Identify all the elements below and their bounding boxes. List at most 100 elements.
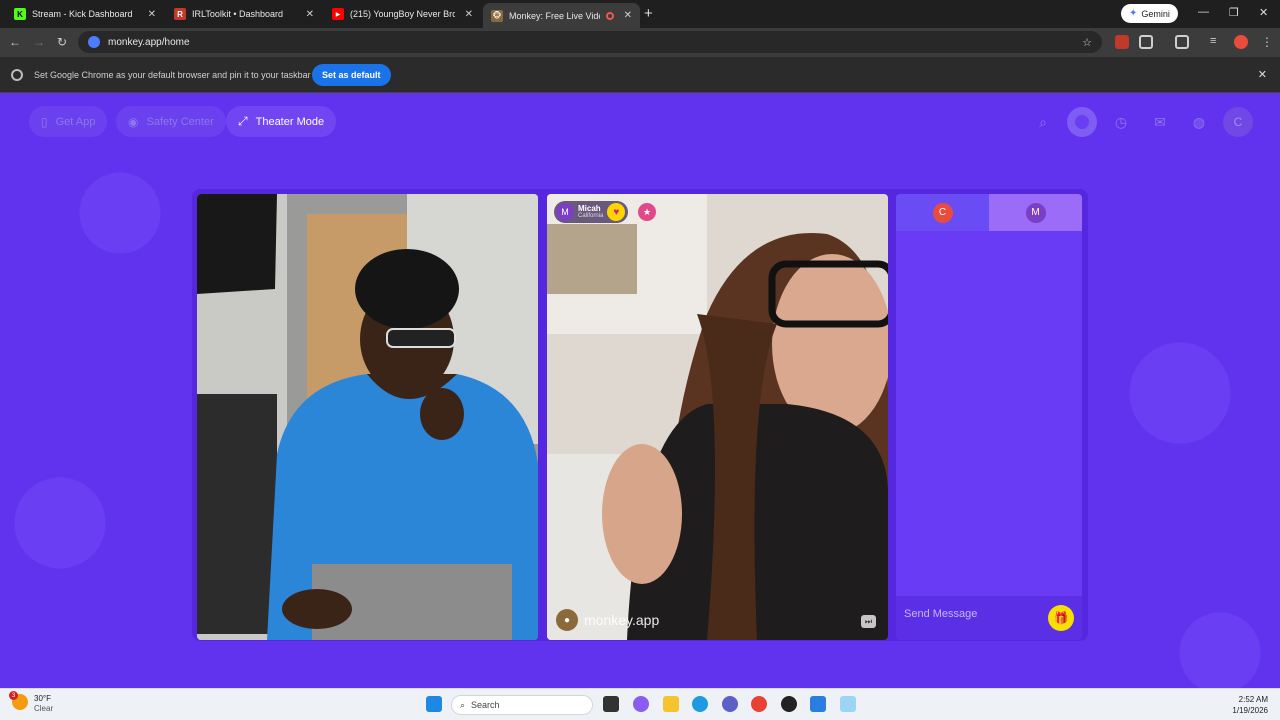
weather-widget[interactable]: 3 30°F Clear: [9, 691, 54, 714]
clock-date: 1/19/2026: [1232, 706, 1268, 715]
extensions-puzzle-icon[interactable]: [1139, 35, 1153, 49]
self-avatar: C: [932, 202, 953, 223]
minimize-icon[interactable]: —: [1198, 6, 1209, 18]
default-browser-infobar: Set Google Chrome as your default browse…: [0, 57, 1280, 93]
bookmark-star-icon[interactable]: ☆: [1082, 36, 1092, 49]
copilot-icon[interactable]: [633, 696, 649, 712]
chat-panel: C M Send Message 🎁: [896, 194, 1082, 640]
video-chat-stage: M Micah California ♥ ★ ● monkey.app ⏭ C: [192, 189, 1088, 641]
forward-icon[interactable]: →: [33, 35, 45, 49]
new-tab-icon[interactable]: +: [644, 5, 653, 22]
profile-avatar[interactable]: C: [1223, 107, 1253, 137]
chrome-icon[interactable]: [751, 696, 767, 712]
weather-desc: Clear: [34, 704, 54, 713]
tab-title: IRLToolkit • Dashboard: [192, 9, 284, 19]
edge-icon[interactable]: [692, 696, 708, 712]
address-bar[interactable]: monkey.app/home ☆: [78, 31, 1102, 53]
close-tab-icon[interactable]: ✕: [148, 9, 156, 20]
weather-temp: 30°F: [34, 694, 51, 703]
remote-user-avatar: M: [556, 203, 574, 221]
taskbar-search-label: Search: [471, 700, 500, 710]
gift-badge-icon[interactable]: ★: [638, 203, 656, 221]
heart-icon[interactable]: ♥: [607, 203, 626, 221]
taskbar-search[interactable]: ⌕ Search: [451, 695, 593, 715]
local-video: [197, 194, 538, 640]
theater-mode-button[interactable]: ⤢ Theater Mode: [226, 106, 337, 137]
back-icon[interactable]: ←: [9, 35, 21, 49]
reload-icon[interactable]: ↻: [57, 35, 67, 49]
monkey-page: ▯ Get App ◉ Safety Center ⤢ Theater Mode…: [0, 93, 1280, 688]
tab-title: Stream - Kick Dashboard: [32, 9, 133, 19]
explore-icon[interactable]: ◍: [1184, 107, 1214, 137]
tab-irltoolkit[interactable]: R IRLToolkit • Dashboard ✕: [166, 3, 322, 25]
system-clock[interactable]: 2:52 AM 1/19/2026: [1232, 694, 1268, 716]
extension-red-icon[interactable]: [1115, 35, 1129, 49]
media-controls-icon[interactable]: ≡: [1210, 35, 1224, 49]
url-text: monkey.app/home: [108, 36, 190, 48]
teams-icon[interactable]: [722, 696, 738, 712]
monkey-icon: 🐵: [491, 9, 503, 22]
history-icon[interactable]: ◷: [1106, 107, 1136, 137]
store-icon[interactable]: [810, 696, 826, 712]
remote-user-location: California: [578, 212, 604, 219]
close-tab-icon[interactable]: ✕: [306, 9, 314, 20]
monkey-logo-icon: ●: [556, 609, 578, 631]
monkey-watermark: ● monkey.app: [556, 609, 659, 631]
file-explorer-icon[interactable]: [663, 696, 679, 712]
tab-monkey[interactable]: 🐵 Monkey: Free Live Video C ✕: [483, 3, 640, 28]
weather-icon: 3: [9, 691, 28, 710]
task-view-icon[interactable]: [603, 696, 619, 712]
navigation-bar: ← → ↻ monkey.app/home ☆ ≡ ⋮: [0, 28, 1280, 57]
expand-icon: ⤢: [238, 114, 248, 128]
taskbar: 3 30°F Clear ⌕ Search 2:52 AM 1/19/2026: [0, 688, 1280, 720]
close-tab-icon[interactable]: ✕: [465, 9, 473, 20]
remote-avatar: M: [1025, 202, 1046, 223]
safety-center-button[interactable]: ◉ Safety Center: [116, 106, 226, 137]
irltoolkit-icon: R: [174, 8, 186, 20]
chat-tab-self[interactable]: C: [896, 194, 989, 231]
gemini-button[interactable]: ✦ Gemini: [1121, 4, 1178, 23]
tab-search-icon[interactable]: [1175, 35, 1189, 49]
set-as-default-button[interactable]: Set as default: [312, 64, 391, 86]
tab-strip: K Stream - Kick Dashboard ✕ R IRLToolkit…: [0, 0, 1280, 28]
restore-icon[interactable]: ❐: [1229, 6, 1239, 19]
obs-icon[interactable]: [781, 696, 797, 712]
tab-title: Monkey: Free Live Video C: [509, 10, 600, 21]
theater-mode-label: Theater Mode: [255, 115, 325, 128]
chat-tab-remote[interactable]: M: [989, 194, 1082, 231]
weather-badge: 3: [9, 691, 18, 700]
remote-user-chip[interactable]: M Micah California ♥: [554, 201, 629, 223]
app-icon[interactable]: [840, 696, 856, 712]
remote-video: M Micah California ♥ ★ ● monkey.app ⏭: [547, 194, 888, 640]
remote-user-name: Micah: [578, 203, 601, 213]
watermark-text: monkey.app: [584, 612, 660, 628]
gemini-icon: ✦: [1129, 8, 1138, 19]
chrome-menu-icon[interactable]: ⋮: [1261, 35, 1273, 49]
get-app-label: Get App: [55, 115, 96, 128]
search-icon[interactable]: ⌕: [1028, 107, 1058, 137]
recording-icon: [605, 11, 614, 20]
search-icon: ⌕: [460, 699, 466, 710]
infobar-message: Set Google Chrome as your default browse…: [34, 70, 311, 80]
site-info-icon[interactable]: [88, 36, 100, 48]
get-app-button[interactable]: ▯ Get App: [29, 106, 108, 137]
tab-title: (215) YoungBoy Never Broke Ag: [350, 9, 455, 19]
close-window-icon[interactable]: ✕: [1259, 6, 1268, 19]
infobar-close-icon[interactable]: ✕: [1258, 68, 1267, 81]
youtube-icon: ▶: [332, 8, 344, 20]
skip-icon[interactable]: ⏭: [861, 615, 876, 628]
gemini-label: Gemini: [1141, 8, 1170, 19]
phone-icon: ▯: [41, 114, 48, 129]
monkey-status-icon[interactable]: [1067, 107, 1097, 137]
remote-video-frame: [547, 194, 888, 640]
chat-input[interactable]: Send Message 🎁: [896, 596, 1082, 640]
clock-time: 2:52 AM: [1238, 695, 1268, 704]
windows-start-icon[interactable]: [426, 696, 442, 712]
profile-avatar-icon[interactable]: [1234, 35, 1248, 49]
close-tab-icon[interactable]: ✕: [624, 10, 632, 21]
kick-icon: K: [14, 8, 26, 20]
tab-youtube[interactable]: ▶ (215) YoungBoy Never Broke Ag ✕: [324, 3, 481, 25]
gift-icon[interactable]: 🎁: [1048, 605, 1074, 631]
messages-icon[interactable]: ✉: [1145, 107, 1175, 137]
tab-kick-dashboard[interactable]: K Stream - Kick Dashboard ✕: [6, 3, 164, 25]
